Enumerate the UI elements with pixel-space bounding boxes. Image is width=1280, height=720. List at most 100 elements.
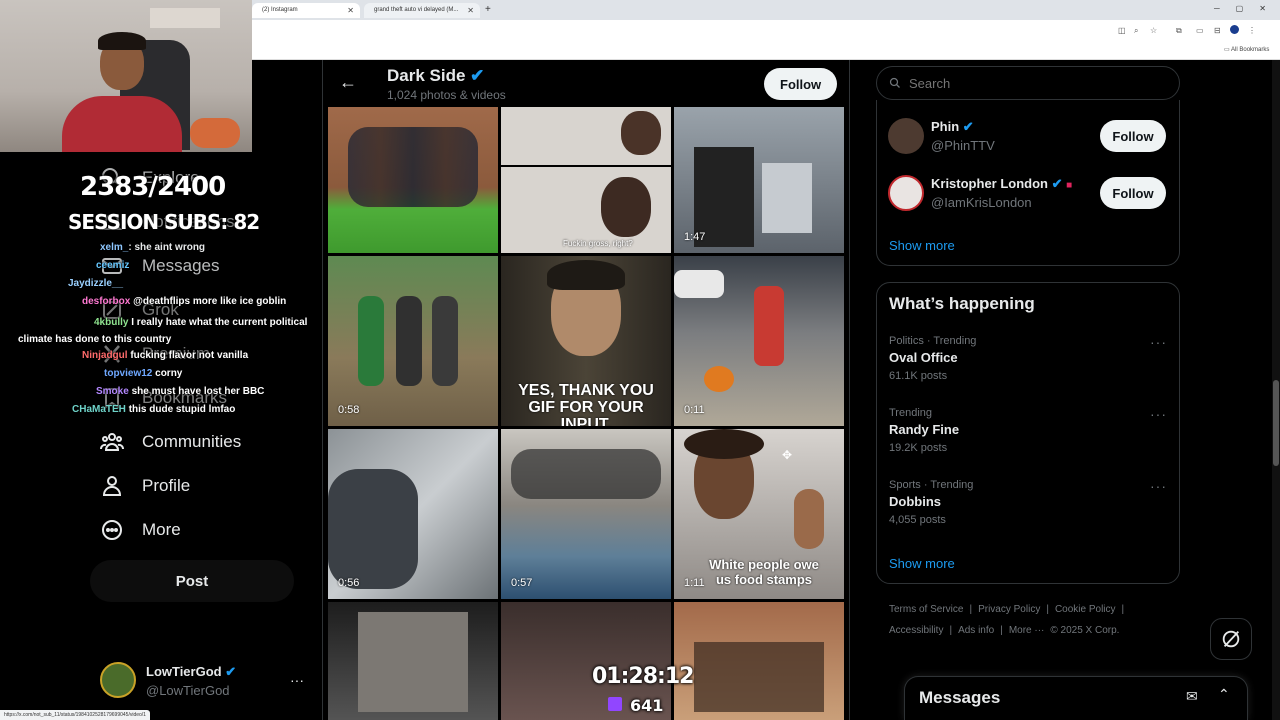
sidebar-item-profile[interactable]: Profile <box>100 474 190 498</box>
trend-posts: 19.2K posts <box>889 442 948 454</box>
affiliate-badge-icon: ■ <box>1066 180 1073 191</box>
trend-meta: Sports · Trending <box>889 479 974 491</box>
trend-meta: Politics · Trending <box>889 335 977 347</box>
video-duration: 0:58 <box>338 404 360 416</box>
webcam-overlay <box>0 0 252 152</box>
more-footer-link[interactable]: More ··· <box>1009 625 1045 636</box>
post-button[interactable]: Post <box>90 560 294 602</box>
follow-suggestion-name: Phin ✔ <box>931 119 974 134</box>
trend-more-icon[interactable]: ··· <box>1150 478 1167 494</box>
sidebar-item-label: Messages <box>142 256 220 275</box>
avatar[interactable] <box>888 118 924 154</box>
follow-button-phin[interactable]: Follow <box>1100 120 1166 152</box>
chat-message: xelm_: she aint wrong <box>100 242 206 253</box>
accessibility-link[interactable]: Accessibility <box>889 625 943 636</box>
sidebar-icon[interactable]: ▭ <box>1196 26 1204 35</box>
trend-more-icon[interactable]: ··· <box>1150 406 1167 422</box>
extensions-puzzle-icon[interactable]: ⧉ <box>1176 26 1182 36</box>
sidebar-item-more[interactable]: More <box>100 518 181 542</box>
expand-drawer-icon[interactable]: ⌃ <box>1218 686 1230 703</box>
footer-links-row-2: Accessibility | Ads info | More ··· © 2025… <box>889 625 1120 636</box>
show-more-trends-link[interactable]: Show more <box>889 556 955 571</box>
person-icon <box>102 476 122 496</box>
trend-name: Dobbins <box>889 494 941 509</box>
account-more-icon[interactable]: ··· <box>290 672 304 688</box>
account-avatar[interactable] <box>100 662 136 698</box>
grok-icon <box>1222 630 1240 648</box>
browser-tab-instagram[interactable]: (2) Instagram ✕ <box>252 3 360 18</box>
all-bookmarks[interactable]: ▭ All Bookmarks <box>1224 46 1269 53</box>
scrollbar-thumb[interactable] <box>1273 380 1279 466</box>
media-thumbnail[interactable]: 0:56 <box>328 429 498 599</box>
trend-more-icon[interactable]: ··· <box>1150 334 1167 350</box>
tab-title: (2) Instagram <box>262 7 298 13</box>
trend-item[interactable]: Politics · Trending Oval Office 61.1K po… <box>889 335 976 382</box>
gif-caption: Fuckin gross, right? <box>563 239 633 248</box>
star-icon[interactable]: ☆ <box>1150 26 1157 35</box>
avatar[interactable] <box>888 175 924 211</box>
media-thumbnail[interactable]: 1:47 <box>674 107 844 253</box>
trend-posts: 4,055 posts <box>889 514 946 526</box>
media-thumbnail[interactable]: 0:58 <box>328 256 498 426</box>
zoom-icon[interactable]: ⌕ <box>1134 26 1138 36</box>
new-tab-button[interactable]: + <box>485 4 491 15</box>
show-more-link[interactable]: Show more <box>889 238 955 253</box>
ads-info-link[interactable]: Ads info <box>958 625 994 636</box>
twitch-viewers-icon <box>608 697 622 711</box>
follow-button[interactable]: Follow <box>764 68 838 100</box>
privacy-link[interactable]: Privacy Policy <box>978 604 1040 615</box>
video-duration: 1:11 <box>684 577 705 589</box>
media-thumbnail[interactable]: Fuckin gross, right? <box>501 107 671 253</box>
status-url: https://x.com/not_sub_11/status/19841025… <box>0 710 150 720</box>
media-thumbnail[interactable]: 0:11 <box>674 256 844 426</box>
grok-floating-button[interactable] <box>1210 618 1252 660</box>
mouse-cursor-icon: ✥ <box>782 448 793 462</box>
minimize-icon: ─ <box>1214 4 1220 13</box>
extension-icon[interactable]: ◫ <box>1118 26 1126 35</box>
search-input[interactable] <box>909 75 1149 91</box>
video-duration: 0:11 <box>684 404 705 416</box>
window-controls[interactable]: ─ ▢ ✕ <box>1214 4 1266 13</box>
profile-avatar-icon[interactable] <box>1230 25 1239 34</box>
follow-button-kris[interactable]: Follow <box>1100 177 1166 209</box>
session-subs: SESSION SUBS: 82 <box>68 210 260 234</box>
media-thumbnail[interactable] <box>674 602 844 720</box>
follow-suggestion-handle: @IamKrisLondon <box>931 195 1032 210</box>
section-title: What’s happening <box>889 294 1035 313</box>
trend-item[interactable]: Trending Randy Fine 19.2K posts <box>889 407 959 454</box>
cookie-link[interactable]: Cookie Policy <box>1055 604 1116 615</box>
messages-drawer-title: Messages <box>919 688 1001 707</box>
cast-icon[interactable]: ⊟ <box>1214 26 1221 35</box>
verified-badge-icon: ✔ <box>962 119 974 134</box>
media-thumbnail[interactable]: White people owe us food stamps 1:11 <box>674 429 844 599</box>
tab-title: grand theft auto vi delayed (M... <box>374 7 459 13</box>
new-message-icon[interactable]: ✉ <box>1186 688 1198 705</box>
chat-message: ceemiz <box>96 260 130 271</box>
account-handle: @LowTierGod <box>146 683 230 698</box>
video-duration: 1:47 <box>684 231 706 243</box>
menu-icon[interactable]: ⋮ <box>1248 26 1256 35</box>
chat-message: desforbox @deathflips more like ice gobl… <box>82 296 287 307</box>
media-thumbnail[interactable] <box>328 107 498 253</box>
browser-tab-gta[interactable]: grand theft auto vi delayed (M... ✕ <box>364 3 480 18</box>
close-tab-icon[interactable]: ✕ <box>347 6 354 15</box>
back-arrow-icon[interactable]: ← <box>339 72 357 93</box>
media-thumbnail[interactable]: YES, THANK YOU GIF FOR YOUR INPUT. <box>501 256 671 426</box>
trend-item[interactable]: Sports · Trending Dobbins 4,055 posts <box>889 479 973 526</box>
wall-shelf <box>150 8 220 28</box>
viewer-count: 641 <box>630 696 664 715</box>
pillow <box>190 118 240 148</box>
footer-links-row-1: Terms of Service | Privacy Policy | Cookie… <box>889 604 1125 615</box>
sidebar-item-label: Communities <box>142 432 242 451</box>
close-tab-icon[interactable]: ✕ <box>467 6 474 15</box>
media-thumbnail[interactable]: 0:57 <box>501 429 671 599</box>
sidebar-item-communities[interactable]: Communities <box>100 430 241 454</box>
maximize-icon: ▢ <box>1235 4 1244 13</box>
media-thumbnail[interactable] <box>328 602 498 720</box>
search-icon <box>889 77 900 88</box>
trend-meta: Trending <box>889 407 933 419</box>
trend-posts: 61.1K posts <box>889 370 948 382</box>
terms-link[interactable]: Terms of Service <box>889 604 963 615</box>
chat-message: 4kbully I really hate what the current p… <box>18 317 308 345</box>
search-box[interactable] <box>876 66 1180 100</box>
